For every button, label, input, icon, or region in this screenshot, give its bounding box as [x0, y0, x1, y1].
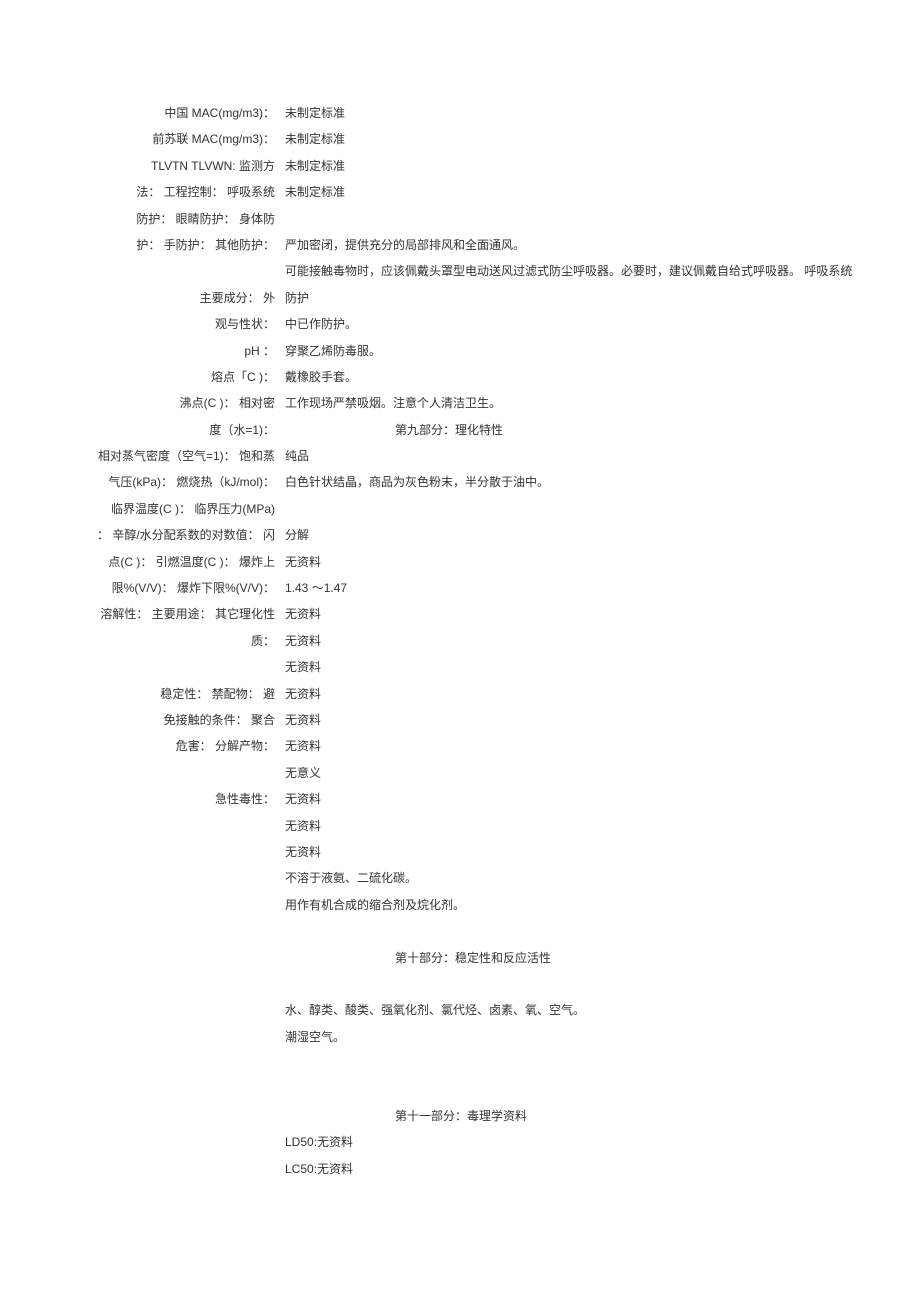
val-explosion-lower: 无资料 — [285, 839, 855, 865]
val-density: 1.43 ～1.47 — [285, 575, 855, 601]
val-eye-protection: 中已作防护。 — [285, 311, 855, 337]
section-11-header: 第十一部分：毒理学资料 — [285, 1103, 855, 1129]
label-critical-temp: 临界温度(C )： 临界压力(MPa) — [60, 496, 275, 522]
val-tlvwn: 未制定标准 — [285, 179, 855, 205]
label-partition-coef: ： 辛醇/水分配系数的对数值： 闪 — [60, 522, 275, 548]
label-appearance: 观与性状： — [100, 311, 275, 337]
val-hand-protection: 戴橡胶手套。 — [285, 364, 855, 390]
label-china-mac: 中国 MAC(mg/m3)： — [100, 100, 275, 126]
label-other-props: 质： — [100, 628, 275, 654]
label-hazard-decomp: 危害： 分解产物： — [100, 733, 275, 759]
label-acute-toxicity: 急性毒性： — [100, 786, 275, 812]
label-avoid: 免接触的条件： 聚合 — [100, 707, 275, 733]
label-boiling-point: 沸点(C )： 相对密 — [100, 390, 275, 416]
label-explosion-limit: 限%(V/V)： 爆炸下限%(V/V)： — [60, 575, 275, 601]
label-eng-control: 法： 工程控制： 呼吸系统 — [100, 179, 275, 205]
label-main-components: 主要成分： 外 — [100, 285, 275, 311]
val-china-mac: 未制定标准 — [285, 100, 855, 126]
val-respiratory: 可能接触毒物时，应该佩戴头罩型电动送风过滤式防尘呼吸器。必要时，建议佩戴自给式呼… — [285, 258, 855, 311]
val-avoid-condition: 潮湿空气。 — [285, 1024, 855, 1050]
val-ussr-mac: 未制定标准 — [285, 126, 855, 152]
label-flash-point: 点(C )： 引燃温度(C )： 爆炸上 — [60, 549, 275, 575]
values-column: 未制定标准 未制定标准 未制定标准 未制定标准 严加密闭，提供充分的局部排风和全… — [285, 100, 855, 1182]
val-combustion-heat: 无资料 — [285, 654, 855, 680]
label-tlv: TLVTN TLVWN: 监测方 — [100, 153, 275, 179]
val-tlvtn: 未制定标准 — [285, 153, 855, 179]
val-ld50: LD50:无资料 — [285, 1129, 855, 1155]
val-solubility: 不溶于液氨、二硫化碳。 — [285, 865, 855, 891]
label-protection-1: 防护： 眼睛防护： 身体防 — [100, 206, 275, 232]
document-body: 中国 MAC(mg/m3)： 前苏联 MAC(mg/m3)： TLVTN TLV… — [60, 100, 860, 1260]
val-appearance: 白色针状结晶，商品为灰色粉末，半分散于油中。 — [285, 469, 855, 495]
val-lc50: LC50:无资料 — [285, 1156, 855, 1182]
val-boiling: 无资料 — [285, 549, 855, 575]
section-9-header: 第九部分：理化特性 — [285, 417, 855, 443]
labels-column: 中国 MAC(mg/m3)： 前苏联 MAC(mg/m3)： TLVTN TLV… — [100, 100, 275, 813]
val-main-use: 用作有机合成的缩合剂及烷化剂。 — [285, 892, 855, 918]
val-main-components: 纯品 — [285, 443, 855, 469]
label-vapor-pressure: 气压(kPa)： 燃烧热（kJ/mol)： — [60, 469, 275, 495]
section-10-header: 第十部分：稳定性和反应活性 — [285, 945, 855, 971]
val-ignition-temp: 无资料 — [285, 786, 855, 812]
val-critical-temp: 无资料 — [285, 681, 855, 707]
label-relative-density: 度（水=1)： — [100, 417, 275, 443]
val-vapor-pressure: 无资料 — [285, 628, 855, 654]
label-ph: pH ： — [100, 338, 275, 364]
val-eng-control: 严加密闭，提供充分的局部排风和全面通风。 — [285, 232, 855, 258]
val-incompatible: 水、醇类、酸类、强氧化剂、氯代烃、卤素、氧、空气。 — [285, 997, 855, 1023]
val-melting: 分解 — [285, 522, 855, 548]
val-explosion-upper: 无资料 — [285, 813, 855, 839]
label-vapor-density: 相对蒸气密度（空气=1)： 饱和蒸 — [60, 443, 275, 469]
val-body-protection: 穿聚乙烯防毒服。 — [285, 338, 855, 364]
label-melting-point: 熔点「C )： — [100, 364, 275, 390]
val-vapor-density: 无资料 — [285, 601, 855, 627]
label-ussr-mac: 前苏联 MAC(mg/m3)： — [100, 126, 275, 152]
label-stability: 稳定性： 禁配物： 避 — [100, 681, 275, 707]
val-critical-pressure: 无资料 — [285, 707, 855, 733]
label-protection-2: 护： 手防护： 其他防护： — [100, 232, 275, 258]
val-flash-point: 无意义 — [285, 760, 855, 786]
label-solubility: 溶解性： 主要用途： 其它理化性 — [60, 601, 275, 627]
val-partition-coef: 无资料 — [285, 733, 855, 759]
val-other-protection: 工作现场严禁吸烟。注意个人清洁卫生。 — [285, 390, 855, 416]
